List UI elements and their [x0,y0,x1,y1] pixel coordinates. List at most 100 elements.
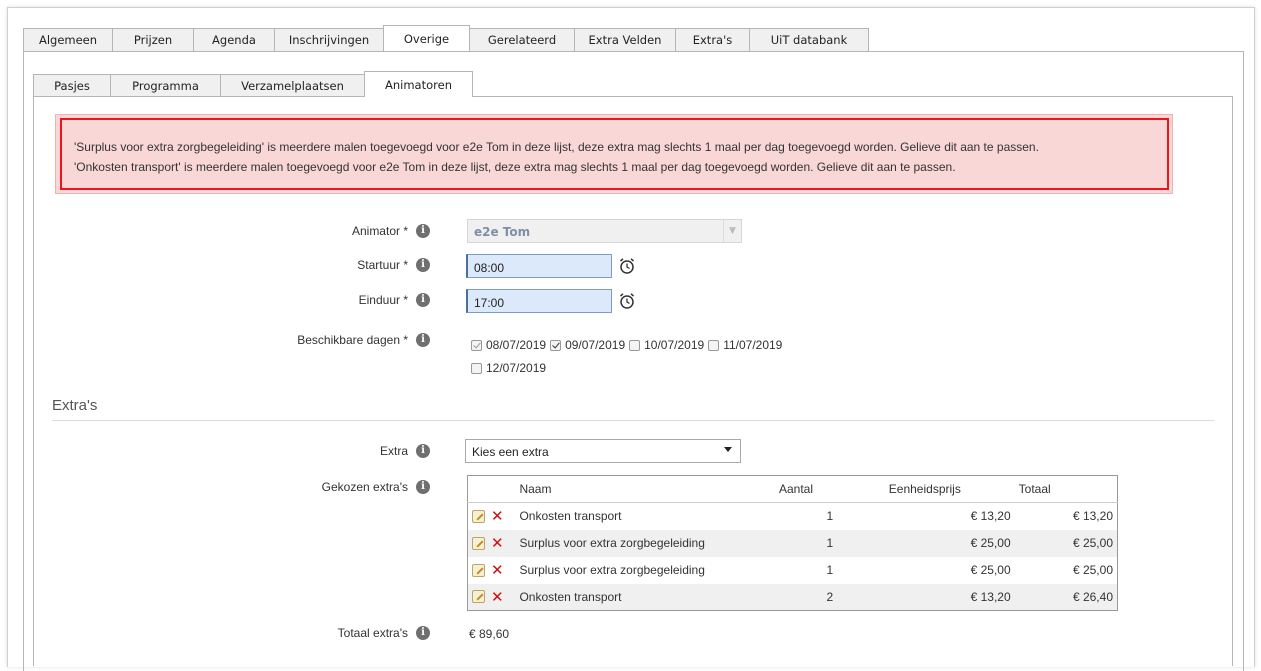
edit-pencil-icon[interactable] [472,563,485,577]
cell-totaal: € 25,00 [1072,563,1113,577]
day-label: 09/07/2019 [565,338,626,352]
error-message-2: 'Onkosten transport' is meerdere malen t… [74,160,956,174]
extras-table: Naam Aantal Eenheidsprijs Totaal ✕ Onkos… [467,475,1118,611]
column-header-naam: Naam [515,475,775,503]
table-row: ✕ Onkosten transport 1 € 13,20 € 13,20 [468,503,1118,530]
cell-aantal: 2 [774,583,885,611]
info-icon[interactable]: i [416,258,430,272]
day-checkbox[interactable] [471,362,482,374]
totaal-label: Totaal extra's [337,626,408,640]
section-title-extras: Extra's [52,397,98,414]
column-header-totaal: Totaal [1014,475,1118,503]
animator-select: e2e Tom ▼ [467,219,742,243]
startuur-label: Startuur * [357,258,408,272]
delete-x-icon[interactable]: ✕ [491,561,504,579]
animator-label-row: Animator * i [352,224,430,238]
dagen-checkbox-row-2: 12/07/2019 [471,361,546,375]
column-header-eenheidsprijs: Eenheidsprijs [884,475,1015,503]
table-row: ✕ Surplus voor extra zorgbegeleiding 1 €… [467,529,1118,557]
einduur-value: 17:00 [474,296,505,310]
day-checkbox[interactable] [550,339,562,351]
totaal-value: € 89,60 [469,627,510,641]
dagen-checkbox-row-1: 08/07/2019 09/07/2019 10/07/2019 11/07/2… [471,338,782,352]
cell-naam: Surplus voor extra zorgbegeleiding [519,563,705,577]
edit-pencil-icon[interactable] [472,509,485,523]
extra-select-value: Kies een extra [472,445,549,459]
tab-algemeen[interactable]: Algemeen [23,28,113,51]
table-row: ✕ Surplus voor extra zorgbegeleiding 1 €… [468,557,1118,584]
main-tab-bar: Algemeen Prijzen Agenda Inschrijvingen O… [23,25,869,51]
subtab-pasjes[interactable]: Pasjes [33,74,111,97]
tab-gerelateerd[interactable]: Gerelateerd [469,28,575,51]
day-label: 12/07/2019 [486,361,547,375]
cell-eenheidsprijs: € 25,00 [970,563,1011,577]
day-label: 08/07/2019 [486,338,547,352]
validation-error-box: 'Surplus voor extra zorgbegeleiding' is … [55,114,1173,194]
table-header-row: Naam Aantal Eenheidsprijs Totaal [467,475,1118,503]
cell-naam: Surplus voor extra zorgbegeleiding [515,529,775,557]
startuur-input[interactable]: 08:00 [466,254,612,278]
error-message-1: 'Surplus voor extra zorgbegeleiding' is … [74,140,1039,154]
extra-label-row: Extra i [380,444,430,458]
day-checkbox[interactable] [708,339,720,351]
tab-extra-velden[interactable]: Extra Velden [574,28,676,51]
info-icon[interactable]: i [416,333,430,347]
cell-eenheidsprijs: € 13,20 [884,583,1015,611]
tab-prijzen[interactable]: Prijzen [112,28,194,51]
info-icon[interactable]: i [416,480,430,494]
tab-extras[interactable]: Extra's [675,28,750,51]
subtab-programma[interactable]: Programma [110,74,221,97]
cell-eenheidsprijs: € 25,00 [884,529,1015,557]
startuur-label-row: Startuur * i [357,258,430,272]
section-divider [52,420,1214,421]
tab-overige[interactable]: Overige [383,25,470,51]
extra-label: Extra [379,444,408,458]
delete-x-icon[interactable]: ✕ [491,534,504,552]
gekozen-label-row: Gekozen extra's i [322,480,430,494]
cell-naam: Onkosten transport [519,509,622,524]
cell-aantal: 1 [826,509,834,524]
info-icon[interactable]: i [416,224,430,238]
delete-x-icon[interactable]: ✕ [491,507,504,525]
cell-eenheidsprijs: € 13,20 [970,509,1011,524]
extra-select[interactable]: Kies een extra [465,439,741,463]
cell-totaal: € 13,20 [1072,509,1113,524]
edit-pencil-icon[interactable] [472,536,485,550]
info-icon[interactable]: i [416,293,430,307]
gekozen-label: Gekozen extra's [321,480,408,494]
einduur-label: Einduur * [358,293,408,307]
einduur-input[interactable]: 17:00 [466,289,612,313]
edit-pencil-icon[interactable] [472,590,485,604]
day-label: 11/07/2019 [723,338,783,352]
column-header-aantal: Aantal [774,475,885,503]
alarm-clock-icon[interactable] [618,292,636,310]
startuur-value: 08:00 [474,261,505,275]
einduur-label-row: Einduur * i [359,293,430,307]
dagen-label: Beschikbare dagen * [297,333,408,347]
delete-x-icon[interactable]: ✕ [491,588,504,606]
tab-uit-databank[interactable]: UiT databank [749,28,869,51]
animator-value: e2e Tom [474,225,531,239]
chevron-down-icon [724,447,732,452]
info-icon[interactable]: i [416,626,430,640]
actions-header [467,475,516,503]
cell-aantal: 1 [826,563,834,577]
tab-agenda[interactable]: Agenda [193,28,275,51]
table-row: ✕ Onkosten transport 2 € 13,20 € 26,40 [467,583,1118,611]
cell-aantal: 1 [774,529,885,557]
cell-naam: Onkosten transport [515,583,775,611]
day-checkbox[interactable] [629,339,641,351]
chevron-down-icon: ▼ [723,220,741,242]
cell-totaal: € 26,40 [1014,583,1118,611]
totaal-label-row: Totaal extra's i [338,626,430,640]
alarm-clock-icon[interactable] [618,257,636,275]
dagen-label-row: Beschikbare dagen * i [297,333,430,347]
info-icon[interactable]: i [416,444,430,458]
day-checkbox [471,339,482,351]
animator-label: Animator * [351,224,408,238]
sub-tab-bar: Pasjes Programma Verzamelplaatsen Animat… [33,71,473,97]
subtab-verzamelplaatsen[interactable]: Verzamelplaatsen [220,74,365,97]
subtab-animatoren[interactable]: Animatoren [364,71,473,97]
tab-inschrijvingen[interactable]: Inschrijvingen [274,28,384,51]
day-label: 10/07/2019 [644,338,705,352]
